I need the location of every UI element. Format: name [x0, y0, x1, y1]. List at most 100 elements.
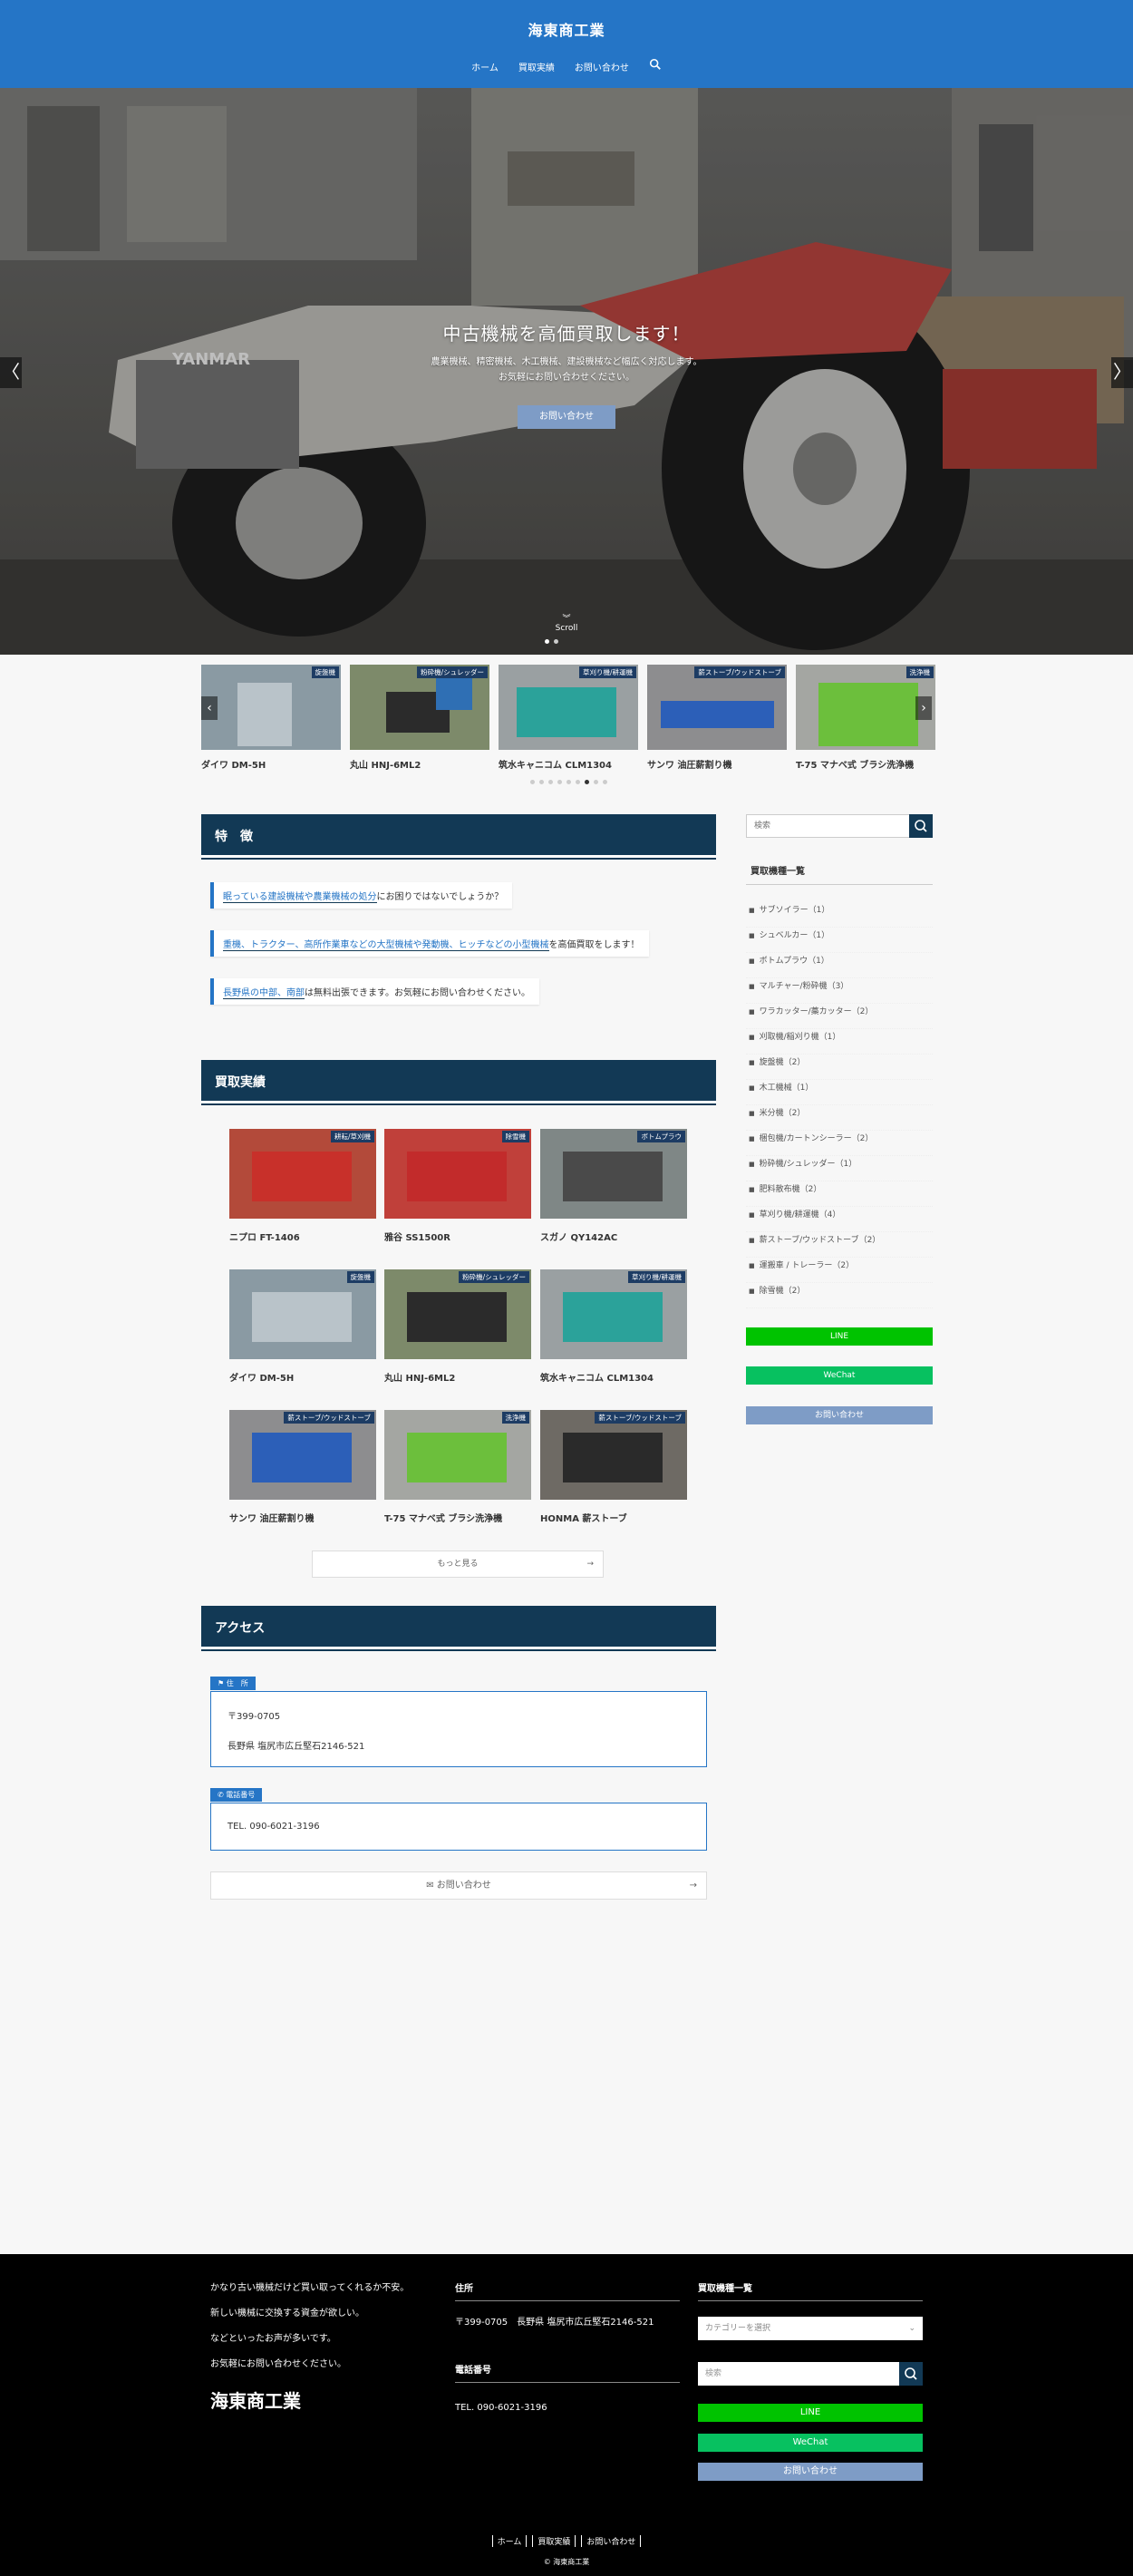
category-badge: 粉砕機/シュレッダー [459, 1271, 529, 1283]
footer-nav-home[interactable]: ホーム [491, 2535, 528, 2547]
result-card[interactable]: 草刈り機/耕運機 筑水キャニコム CLM1304 [540, 1269, 687, 1384]
result-card[interactable]: 洗浄機 T-75 マナベ式 ブラシ洗浄機 [384, 1410, 531, 1524]
category-item[interactable]: 粉砕機/シュレッダー（1） [746, 1156, 933, 1181]
line-button[interactable]: LINE [746, 1327, 933, 1346]
category-select[interactable]: カテゴリーを選択 ⌄ [698, 2317, 923, 2340]
wechat-button[interactable]: WeChat [746, 1366, 933, 1385]
carousel-dot-active[interactable] [585, 780, 589, 784]
category-item[interactable]: 米分機（2） [746, 1105, 933, 1131]
hero-prev-arrow[interactable]: 〈 [0, 357, 22, 388]
nav-home[interactable]: ホーム [471, 60, 499, 73]
footer-search[interactable]: 検索 [698, 2362, 923, 2386]
carousel-slide[interactable]: 薪ストーブ/ウッドストーブ サンワ 油圧薪割り機 [647, 665, 787, 771]
hero-dot-1[interactable] [545, 639, 549, 644]
carousel-dot[interactable] [594, 780, 598, 784]
carousel-dot[interactable] [557, 780, 562, 784]
hero-dot-2[interactable] [554, 639, 558, 644]
footer-brand[interactable]: 海東商工業 [210, 2386, 409, 2413]
slide-image: 粉砕機/シュレッダー [350, 665, 489, 750]
carousel-slide[interactable]: 洗浄機 T-75 マナベ式 ブラシ洗浄機 [796, 665, 935, 771]
carousel-next-arrow[interactable]: › [915, 696, 932, 720]
carousel-dot[interactable] [603, 780, 607, 784]
more-button[interactable]: もっと見る → [312, 1550, 604, 1578]
phone-icon: ✆ [218, 1791, 227, 1799]
carousel-dot[interactable] [539, 780, 544, 784]
sidebar-categories-title: 買取機種一覧 [746, 863, 933, 885]
tel-box: TEL. 090-6021-3196 [210, 1803, 707, 1851]
result-card[interactable]: 薪ストーブ/ウッドストーブ サンワ 油圧薪割り機 [229, 1410, 376, 1524]
category-item[interactable]: 刈取機/稲刈り機（1） [746, 1029, 933, 1055]
category-select-value: カテゴリーを選択 [705, 2324, 771, 2333]
result-card[interactable]: 薪ストーブ/ウッドストーブ HONMA 薪ストーブ [540, 1410, 687, 1524]
hero-next-arrow[interactable]: 〉 [1111, 357, 1133, 388]
category-item[interactable]: 木工機械（1） [746, 1080, 933, 1105]
footer-address: 住所 〒399-0705 長野県 塩尻市広丘堅石2146-521 電話番号 TE… [455, 2280, 680, 2413]
category-badge: 薪ストーブ/ウッドストーブ [694, 666, 785, 678]
nav-results[interactable]: 買取実績 [518, 60, 555, 73]
slide-caption: T-75 マナベ式 ブラシ洗浄機 [796, 761, 915, 771]
footer-wechat-button[interactable]: WeChat [698, 2434, 923, 2452]
result-card[interactable]: 除雪機雅谷 SS1500R [384, 1129, 531, 1243]
arrow-right-icon: → [586, 1560, 594, 1569]
sidebar-search-input[interactable] [747, 815, 910, 837]
carousel-slide[interactable]: 草刈り機/耕運機 筑水キャニコム CLM1304 [499, 665, 638, 771]
footer-nav-results[interactable]: 買取実績 [532, 2535, 576, 2547]
scroll-indicator[interactable]: ︾ Scroll [0, 612, 1133, 633]
footer-tel-text[interactable]: TEL. 090-6021-3196 [455, 2403, 680, 2413]
more-label: もっと見る [437, 1560, 479, 1569]
category-item[interactable]: 梱包機/カートンシーラー（2） [746, 1131, 933, 1156]
carousel-dot[interactable] [530, 780, 535, 784]
category-badge: 粉砕機/シュレッダー [417, 666, 488, 678]
category-item[interactable]: ワラカッター/藁カッター（2） [746, 1004, 933, 1029]
site-title[interactable]: 海東商工業 [0, 18, 1133, 40]
category-item[interactable]: 薪ストーブ/ウッドストーブ（2） [746, 1232, 933, 1258]
result-card[interactable]: ボトムプラウ スガノ QY142AC [540, 1129, 687, 1243]
slide-image: 旋盤機 [201, 665, 341, 750]
search-icon[interactable] [649, 58, 662, 71]
carousel-dot[interactable] [548, 780, 553, 784]
footer-search-button[interactable] [899, 2362, 923, 2386]
carousel-dot[interactable] [576, 780, 580, 784]
footer-nav-contact[interactable]: お問い合わせ [581, 2535, 642, 2547]
category-item[interactable]: 運搬車 / トレーラー（2） [746, 1258, 933, 1283]
result-card[interactable]: 旋盤機 ダイワ DM-5H [229, 1269, 376, 1384]
category-item[interactable]: 草刈り機/耕運機（4） [746, 1207, 933, 1232]
hero-contact-button[interactable]: お問い合わせ [518, 405, 615, 429]
mail-icon: ✉ [426, 1881, 437, 1891]
footer-line-button[interactable]: LINE [698, 2404, 923, 2422]
category-item[interactable]: 旋盤機（2） [746, 1055, 933, 1080]
footer-text: 新しい機械に交換する資金が欲しい。 [210, 2309, 364, 2318]
sidebar-contact-button[interactable]: お問い合わせ [746, 1406, 933, 1424]
carousel-slide[interactable]: 旋盤機 ダイワ DM-5H [201, 665, 341, 771]
features-heading: 特 徴 [201, 814, 716, 858]
result-card[interactable]: 粉砕機/シュレッダー 丸山 HNJ-6ML2 [384, 1269, 531, 1384]
search-icon [915, 820, 927, 832]
footer-text: お気軽にお問い合わせください。 [210, 2359, 346, 2369]
category-item[interactable]: 除雪機（2） [746, 1283, 933, 1308]
category-item[interactable]: ボトムプラウ（1） [746, 953, 933, 978]
hero-text: 中古機械を高価買取します！ 農業機械、精密機械、木工機械、建設機械など幅広く対応… [0, 319, 1133, 429]
sidebar-search-button[interactable] [909, 814, 933, 838]
result-caption: 雅谷 SS1500R [384, 1233, 450, 1243]
carousel-slide[interactable]: 粉砕機/シュレッダー 丸山 HNJ-6ML2 [350, 665, 489, 771]
slide-caption: ダイワ DM-5H [201, 761, 266, 771]
category-item[interactable]: マルチャー/粉砕機（3） [746, 978, 933, 1004]
footer-about: かなり古い機械だけど買い取ってくれるか不安。 新しい機械に交換する資金が欲しい。… [210, 2276, 409, 2413]
nav-contact[interactable]: お問い合わせ [575, 60, 629, 73]
sidebar-search [746, 814, 933, 838]
carousel-dot[interactable] [566, 780, 571, 784]
footer-contact-button[interactable]: お問い合わせ [698, 2463, 923, 2481]
contact-button[interactable]: ✉ お問い合わせ → [210, 1871, 707, 1900]
product-carousel: 旋盤機 ダイワ DM-5H 粉砕機/シュレッダー 丸山 HNJ-6ML2 草刈り… [201, 665, 935, 773]
category-item[interactable]: サブソイラー（1） [746, 902, 933, 928]
slide-image: 草刈り機/耕運機 [499, 665, 638, 750]
category-badge: 薪ストーブ/ウッドストーブ [284, 1412, 374, 1424]
carousel-prev-arrow[interactable]: ‹ [201, 696, 218, 720]
result-image: 除雪機 [384, 1129, 531, 1219]
hero-sub-1: 農業機械、精密機械、木工機械、建設機械など幅広く対応します。 [431, 357, 702, 367]
chevron-down-icon: ︾ [562, 615, 571, 624]
tel-text[interactable]: TEL. 090-6021-3196 [228, 1822, 320, 1832]
result-card[interactable]: 耕耘/草刈機 ニプロ FT-1406 [229, 1129, 376, 1243]
category-item[interactable]: シュベルカー（1） [746, 928, 933, 953]
category-item[interactable]: 肥料散布機（2） [746, 1181, 933, 1207]
